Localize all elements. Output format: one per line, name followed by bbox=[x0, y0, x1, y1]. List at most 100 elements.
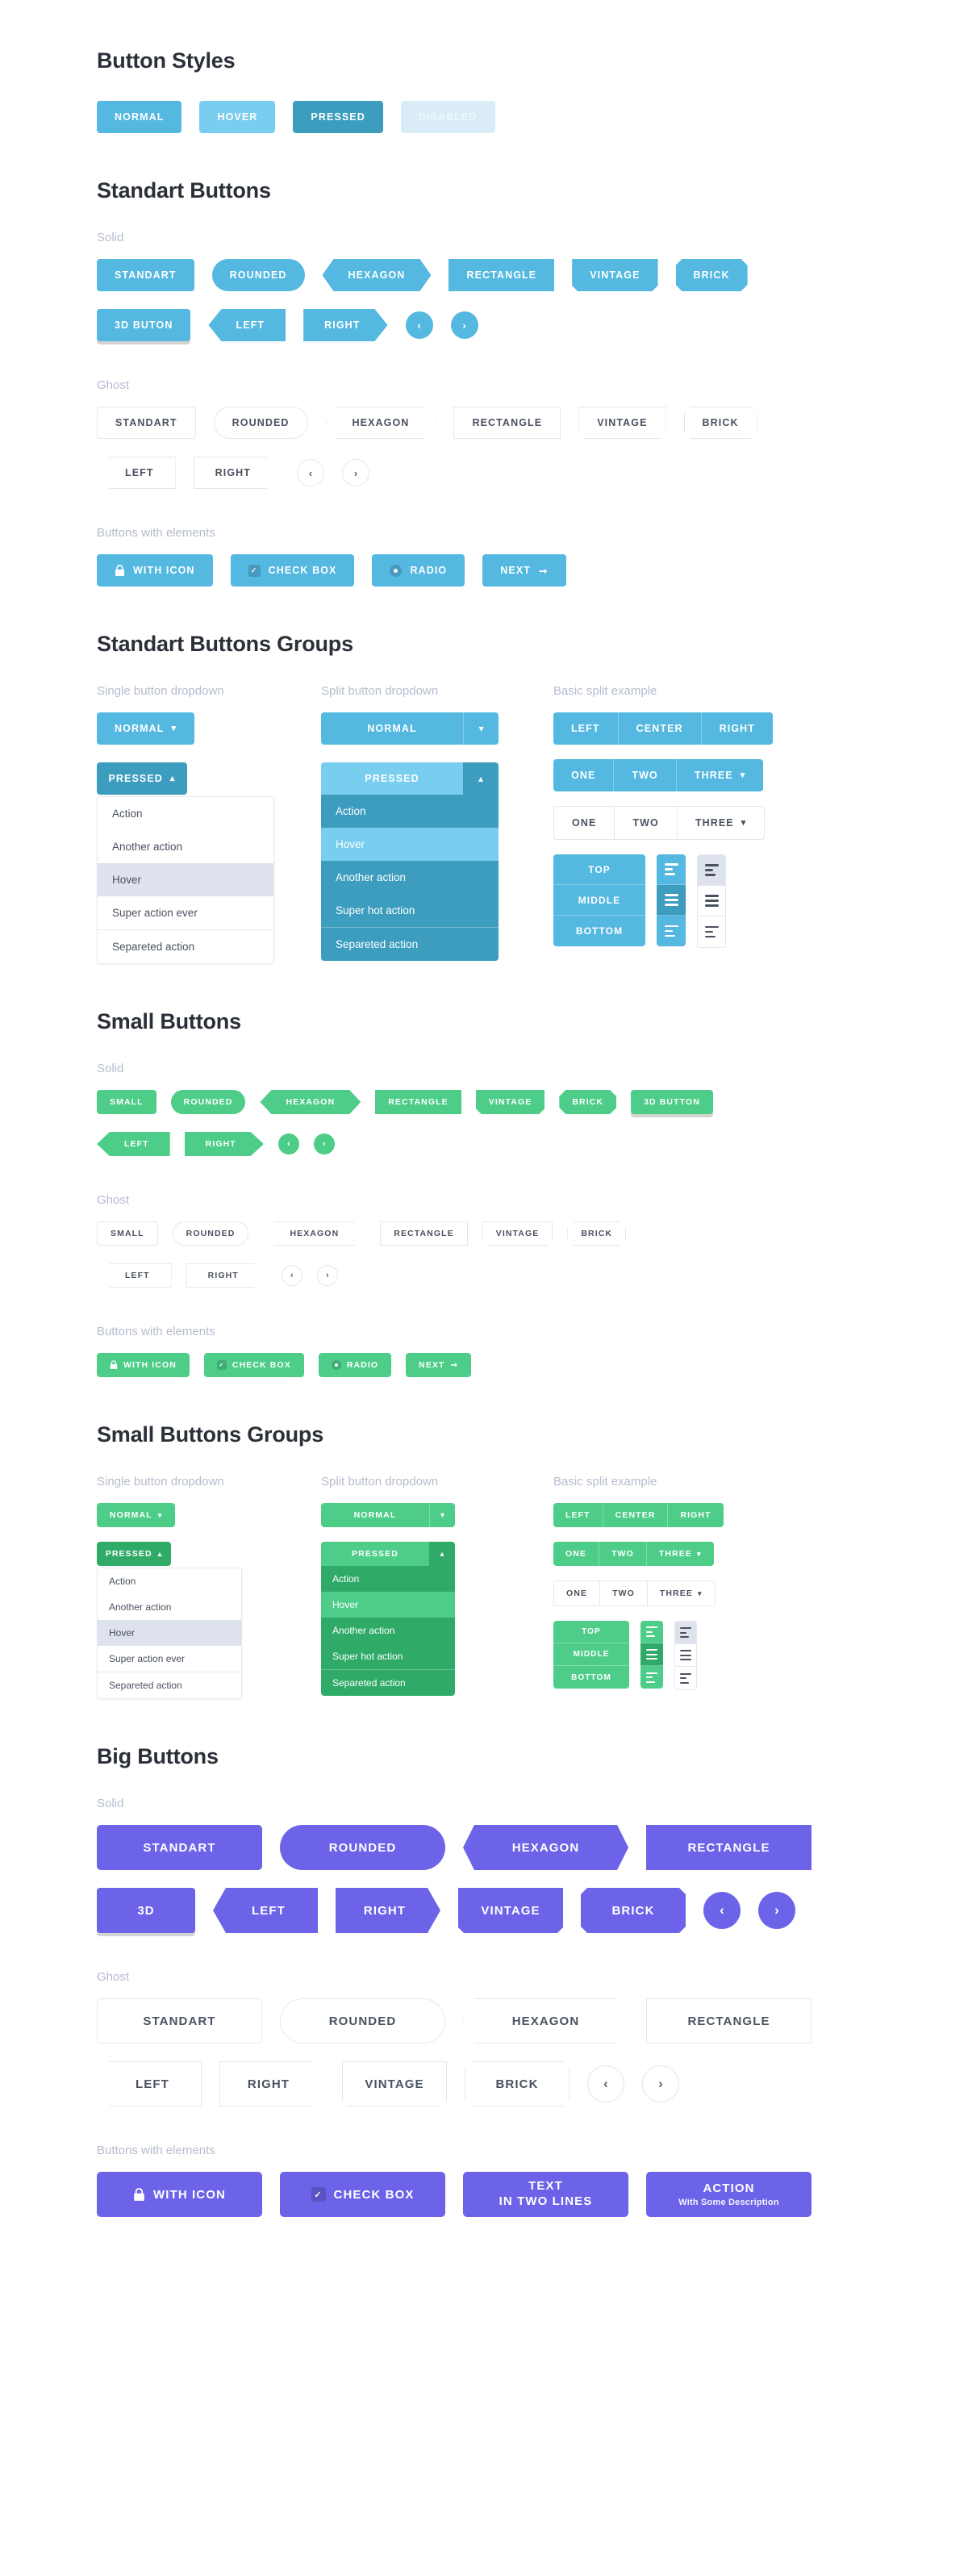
ghost-btn-hexagon[interactable]: HEXAGON bbox=[326, 407, 436, 439]
btn-rectangle[interactable]: RECTANGLE bbox=[449, 259, 555, 291]
split-menu-item[interactable]: Action bbox=[321, 795, 499, 828]
small-btn-rounded[interactable]: ROUNDED bbox=[170, 1090, 246, 1114]
segment-right[interactable]: RIGHT bbox=[701, 712, 774, 745]
menu-item[interactable]: Another action bbox=[98, 830, 273, 863]
small-ghost-segment-three[interactable]: THREE ▾ bbox=[648, 1581, 715, 1605]
segment-top[interactable]: TOP bbox=[553, 854, 645, 885]
split-pressed-button[interactable]: PRESSED bbox=[321, 762, 463, 795]
small-ghost-btn-brick[interactable]: BRICK bbox=[567, 1221, 626, 1246]
small-btn-hexagon[interactable]: HEXAGON bbox=[260, 1090, 361, 1114]
small-ghost-btn-vintage[interactable]: VINTAGE bbox=[482, 1221, 553, 1246]
ghost-align-left-icon[interactable] bbox=[698, 855, 725, 886]
split-pressed-chevron-up-icon[interactable]: ▴ bbox=[463, 762, 499, 795]
small-segment-center[interactable]: CENTER bbox=[603, 1503, 669, 1527]
big-ghost-btn-brick[interactable]: BRICK bbox=[465, 2061, 570, 2106]
small-split-pressed-chevron-up-icon[interactable]: ▴ bbox=[429, 1542, 455, 1566]
split-menu-item[interactable]: Super hot action bbox=[321, 1643, 455, 1669]
small-segment-top[interactable]: TOP bbox=[553, 1621, 629, 1643]
small-btn-left[interactable]: LEFT bbox=[97, 1132, 170, 1156]
menu-item-separated[interactable]: Separeted action bbox=[98, 929, 273, 963]
menu-item[interactable]: Action bbox=[98, 1568, 241, 1594]
small-segment-middle[interactable]: MIDDLE bbox=[553, 1643, 629, 1666]
small-btn-small[interactable]: SMALL bbox=[97, 1090, 156, 1114]
small-ghost-btn-rectangle[interactable]: RECTANGLE bbox=[380, 1221, 468, 1246]
small-ghost-chevron-right-icon[interactable]: › bbox=[316, 1265, 338, 1286]
small-segment-right[interactable]: RIGHT bbox=[668, 1503, 724, 1527]
big-ghost-btn-rounded[interactable]: ROUNDED bbox=[280, 1998, 445, 2044]
small-ghost-segment-one[interactable]: ONE bbox=[554, 1581, 601, 1605]
menu-item[interactable]: Super action ever bbox=[98, 1646, 241, 1672]
big-ghost-chevron-right-icon[interactable]: › bbox=[642, 2065, 679, 2102]
split-normal-chevron-down-icon[interactable]: ▾ bbox=[463, 712, 499, 745]
btn-right[interactable]: RIGHT bbox=[303, 309, 387, 341]
small-btn-with-icon[interactable]: WITH ICON bbox=[97, 1353, 190, 1377]
chevron-right-icon[interactable]: › bbox=[450, 311, 478, 339]
big-ghost-btn-standart[interactable]: STANDART bbox=[97, 1998, 262, 2044]
small-ghost-btn-right[interactable]: RIGHT bbox=[186, 1263, 267, 1288]
ghost-btn-left[interactable]: LEFT bbox=[97, 457, 176, 489]
small-btn-brick[interactable]: BRICK bbox=[559, 1090, 616, 1114]
button-normal[interactable]: NORMAL bbox=[97, 101, 182, 133]
split-menu-item[interactable]: Another action bbox=[321, 1618, 455, 1643]
big-chevron-left-icon[interactable]: ‹ bbox=[703, 1892, 741, 1929]
big-chevron-right-icon[interactable]: › bbox=[758, 1892, 795, 1929]
big-ghost-btn-right[interactable]: RIGHT bbox=[219, 2061, 324, 2106]
big-btn-vintage[interactable]: VINTAGE bbox=[458, 1888, 563, 1933]
dropdown-normal-button[interactable]: NORMAL ▾ bbox=[97, 712, 195, 745]
split-menu-item[interactable]: Action bbox=[321, 1566, 455, 1592]
big-btn-right[interactable]: RIGHT bbox=[336, 1888, 440, 1933]
small-ghost-chevron-left-icon[interactable]: ‹ bbox=[281, 1265, 302, 1286]
btn-left[interactable]: LEFT bbox=[208, 309, 286, 341]
btn-check-box[interactable]: ✓ CHECK BOX bbox=[230, 554, 355, 587]
small-split-normal-chevron-down-icon[interactable]: ▾ bbox=[429, 1503, 455, 1527]
split-menu-item-hover[interactable]: Hover bbox=[321, 1592, 455, 1618]
menu-item[interactable]: Super action ever bbox=[98, 896, 273, 929]
small-btn-radio[interactable]: RADIO bbox=[318, 1353, 392, 1377]
small-chevron-right-icon[interactable]: › bbox=[313, 1134, 335, 1154]
ghost-segment-two[interactable]: TWO bbox=[615, 807, 678, 839]
small-segment-three[interactable]: THREE ▾ bbox=[646, 1542, 714, 1566]
ghost-align-left-icon[interactable] bbox=[698, 916, 725, 947]
big-ghost-btn-vintage[interactable]: VINTAGE bbox=[342, 2061, 447, 2106]
small-ghost-btn-small[interactable]: SMALL bbox=[97, 1221, 158, 1246]
button-hover[interactable]: HOVER bbox=[199, 101, 276, 133]
menu-item[interactable]: Another action bbox=[98, 1594, 241, 1620]
big-btn-check-box[interactable]: ✓ CHECK BOX bbox=[280, 2172, 445, 2217]
ghost-align-justify-icon[interactable] bbox=[675, 1644, 696, 1667]
align-left-icon[interactable] bbox=[657, 854, 686, 885]
btn-with-icon[interactable]: WITH ICON bbox=[97, 554, 213, 587]
menu-item-hover[interactable]: Hover bbox=[98, 863, 273, 896]
segment-one[interactable]: ONE bbox=[553, 759, 615, 791]
ghost-btn-vintage[interactable]: VINTAGE bbox=[578, 407, 666, 439]
segment-two[interactable]: TWO bbox=[614, 759, 677, 791]
ghost-chevron-right-icon[interactable]: › bbox=[342, 459, 370, 486]
segment-left[interactable]: LEFT bbox=[553, 712, 619, 745]
segment-middle[interactable]: MIDDLE bbox=[553, 885, 645, 916]
big-btn-standart[interactable]: STANDART bbox=[97, 1825, 262, 1870]
ghost-btn-right[interactable]: RIGHT bbox=[194, 457, 279, 489]
small-btn-3d[interactable]: 3D BUTTON bbox=[631, 1090, 713, 1114]
ghost-btn-brick[interactable]: BRICK bbox=[684, 407, 757, 439]
big-ghost-btn-rectangle[interactable]: RECTANGLE bbox=[646, 1998, 812, 2044]
align-justify-icon[interactable] bbox=[657, 885, 686, 916]
btn-rounded[interactable]: ROUNDED bbox=[211, 259, 305, 291]
align-justify-icon[interactable] bbox=[640, 1643, 663, 1666]
segment-bottom[interactable]: BOTTOM bbox=[553, 916, 645, 946]
segment-center[interactable]: CENTER bbox=[618, 712, 702, 745]
menu-item[interactable]: Action bbox=[98, 797, 273, 830]
btn-next[interactable]: NEXT ➞ bbox=[482, 554, 566, 587]
split-menu-item-hover[interactable]: Hover bbox=[321, 828, 499, 861]
ghost-chevron-left-icon[interactable]: ‹ bbox=[297, 459, 325, 486]
big-btn-action[interactable]: ACTION With Some Description bbox=[646, 2172, 812, 2217]
small-btn-right[interactable]: RIGHT bbox=[185, 1132, 264, 1156]
split-normal-button[interactable]: NORMAL bbox=[321, 712, 463, 745]
btn-3d[interactable]: 3D BUTON bbox=[97, 309, 191, 341]
small-segment-one[interactable]: ONE bbox=[553, 1542, 600, 1566]
ghost-segment-three[interactable]: THREE ▾ bbox=[678, 807, 764, 839]
small-btn-next[interactable]: NEXT ➞ bbox=[406, 1353, 472, 1377]
split-menu-item[interactable]: Another action bbox=[321, 861, 499, 894]
small-segment-left[interactable]: LEFT bbox=[553, 1503, 603, 1527]
ghost-btn-standart[interactable]: STANDART bbox=[97, 407, 196, 439]
ghost-align-left-icon[interactable] bbox=[675, 1622, 696, 1644]
split-menu-item[interactable]: Super hot action bbox=[321, 894, 499, 927]
